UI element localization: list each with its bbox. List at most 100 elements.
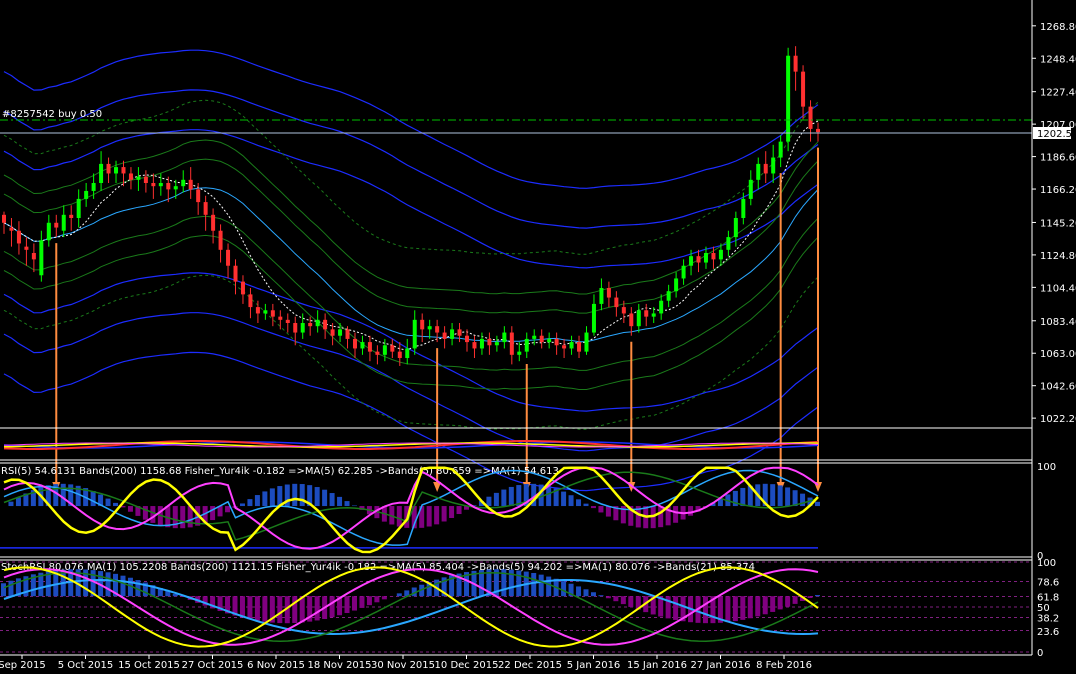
stoch-histogram-bar	[605, 596, 611, 599]
trading-chart[interactable]: #8257542 buy 0.50 1268.80 1248.40 1227.40 1…	[0, 0, 1076, 674]
bull-candle	[479, 338, 484, 349]
rsi-panel-title: RSI(5) 54.6131 Bands(200) 1158.68 Fisher…	[1, 466, 559, 477]
bear-candle	[293, 323, 298, 333]
stoch-histogram-bar	[277, 596, 283, 624]
stoch-histogram-bar	[8, 580, 14, 597]
stoch-histogram-bar	[359, 596, 365, 608]
rsi-histogram-bar	[740, 487, 746, 507]
stoch-tick-label: 50	[1037, 603, 1050, 614]
rsi-histogram-bar	[508, 486, 514, 507]
bear-candle	[128, 173, 133, 180]
bear-candle	[278, 316, 283, 320]
bear-candle	[285, 319, 290, 323]
rsi-histogram-bar	[396, 506, 402, 527]
bear-candle	[793, 55, 798, 72]
rsi-histogram-bar	[142, 506, 148, 520]
bear-candle	[2, 214, 6, 223]
bear-candle	[69, 214, 74, 218]
stoch-histogram-bar	[396, 593, 402, 597]
bull-candle	[91, 183, 96, 191]
bull-candle	[756, 163, 761, 180]
bear-candle	[24, 246, 29, 250]
rsi-histogram-bar	[8, 501, 14, 507]
bull-candle	[689, 256, 694, 266]
rsi-histogram-bar	[576, 499, 582, 507]
price-tick-label: 1042.60	[1040, 382, 1076, 393]
bear-candle	[54, 222, 59, 228]
rsi-histogram-bar	[351, 505, 357, 507]
rsi-histogram-bar	[225, 506, 231, 513]
stoch-histogram-bar	[120, 575, 126, 597]
time-tick-label: 6 Nov 2015	[247, 660, 305, 671]
stoch-histogram-bar	[239, 596, 245, 618]
time-tick-label: 10 Dec 2015	[435, 660, 499, 671]
stoch-histogram-bar	[740, 596, 746, 620]
price-tick-label: 1166.20	[1040, 185, 1076, 196]
time-tick-label: 15 Oct 2015	[118, 660, 180, 671]
bear-candle	[270, 310, 275, 317]
stoch-histogram-bar	[628, 596, 634, 607]
stoch-histogram-bar	[1, 583, 6, 597]
bear-candle	[442, 332, 447, 339]
rsi-histogram-bar	[568, 495, 574, 507]
stoch-histogram-bar	[770, 596, 776, 612]
rsi-histogram-bar	[605, 506, 611, 517]
time-tick-label: 22 Dec 2015	[498, 660, 562, 671]
bull-candle	[76, 198, 81, 218]
stoch-histogram-bar	[344, 596, 350, 614]
bear-candle	[487, 338, 492, 346]
time-tick-label: Sep 2015	[0, 660, 46, 671]
bear-candle	[248, 294, 253, 308]
bull-candle	[39, 240, 44, 276]
stoch-histogram-bar	[747, 596, 753, 619]
rsi-histogram-bar	[262, 491, 268, 507]
stoch-histogram-bar	[673, 596, 679, 620]
bull-candle	[427, 326, 432, 330]
rsi-histogram-bar	[770, 484, 776, 507]
current-price-label: 1202.53	[1037, 129, 1076, 140]
bear-candle	[203, 202, 208, 215]
bear-candle	[352, 338, 357, 349]
bull-candle	[651, 313, 656, 317]
price-tick-label: 1083.40	[1040, 317, 1076, 328]
bear-candle	[696, 256, 701, 263]
rsi-histogram-bar	[60, 483, 66, 507]
bear-candle	[121, 167, 126, 174]
bull-candle	[726, 237, 731, 250]
bear-candle	[457, 329, 462, 336]
rsi-histogram-bar	[583, 503, 589, 507]
bull-candle	[599, 288, 604, 304]
bull-candle	[547, 338, 552, 343]
bear-candle	[323, 319, 328, 330]
rsi-histogram-bar	[441, 506, 447, 522]
bull-candle	[158, 183, 163, 187]
time-tick-label: 27 Jan 2016	[691, 660, 751, 671]
bear-candle	[808, 106, 813, 129]
stoch-histogram-bar	[254, 596, 260, 621]
rsi-histogram-bar	[449, 506, 455, 518]
stoch-tick-label: 23.6	[1037, 627, 1059, 638]
price-tick-label: 1186.60	[1040, 153, 1076, 164]
stoch-histogram-bar	[262, 596, 268, 622]
bear-candle	[143, 176, 148, 183]
bear-candle	[233, 265, 238, 282]
rsi-histogram-bar	[322, 489, 328, 507]
rsi-histogram-bar	[815, 501, 820, 507]
rsi-histogram-bar	[673, 506, 679, 523]
rsi-histogram-bar	[658, 506, 664, 528]
bull-candle	[584, 332, 589, 352]
stoch-histogram-bar	[598, 595, 604, 597]
rsi-histogram-bar	[247, 499, 253, 507]
bear-candle	[614, 297, 619, 308]
stoch-histogram-bar	[807, 596, 813, 598]
price-tick-label: 1227.40	[1040, 88, 1076, 99]
bull-candle	[718, 249, 723, 260]
stoch-histogram-bar	[732, 596, 738, 622]
rsi-histogram-bar	[239, 503, 245, 507]
bull-candle	[99, 163, 104, 183]
stoch-histogram-bar	[366, 596, 372, 606]
stoch-histogram-bar	[351, 596, 357, 611]
stoch-histogram-bar	[381, 596, 387, 600]
rsi-histogram-bar	[493, 492, 499, 507]
time-tick-label: 27 Oct 2015	[182, 660, 244, 671]
